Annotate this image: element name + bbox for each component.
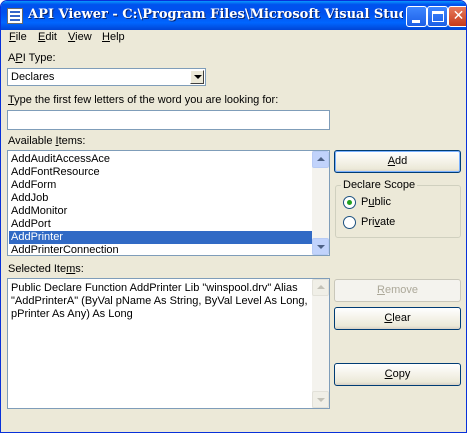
list-item[interactable]: AddPort xyxy=(9,218,314,231)
api-viewer-window: API Viewer - C:\Program Files\Microsoft … xyxy=(0,0,467,433)
declare-scope-group xyxy=(335,185,461,238)
maximize-icon xyxy=(432,11,444,22)
available-items-scrollbar[interactable] xyxy=(312,151,329,255)
list-item[interactable]: AddMonitor xyxy=(9,205,314,218)
available-items-label: Available Items: xyxy=(8,135,86,147)
private-radio-label[interactable]: Private xyxy=(361,216,395,228)
close-button[interactable]: ✕ xyxy=(448,6,466,27)
scroll-down-icon[interactable] xyxy=(312,391,329,408)
declare-scope-label: Declare Scope xyxy=(341,179,418,191)
api-type-select[interactable]: Declares xyxy=(7,68,206,86)
public-radio-label[interactable]: Public xyxy=(361,196,391,208)
selected-items-label: Selected Items: xyxy=(8,263,84,275)
minimize-button[interactable] xyxy=(406,6,427,27)
copy-button[interactable]: Copy xyxy=(334,363,461,386)
list-item[interactable]: AddAuditAccessAce xyxy=(9,153,314,166)
list-item-selected[interactable]: AddPrinter xyxy=(9,231,314,244)
menu-help[interactable]: Help xyxy=(102,31,125,43)
menu-edit[interactable]: Edit xyxy=(38,31,57,43)
selected-declaration-text[interactable]: Public Declare Function AddPrinter Lib "… xyxy=(11,282,309,321)
scroll-up-icon[interactable] xyxy=(312,279,329,296)
minimize-icon xyxy=(412,20,420,23)
add-button[interactable]: Add xyxy=(334,150,461,173)
search-input[interactable] xyxy=(7,110,330,130)
list-item[interactable]: AddJob xyxy=(9,192,314,205)
api-type-value: Declares xyxy=(11,71,55,83)
app-icon[interactable] xyxy=(7,8,23,24)
list-item[interactable]: AddFontResource xyxy=(9,166,314,179)
close-icon: ✕ xyxy=(452,8,465,24)
scroll-up-icon[interactable] xyxy=(312,151,329,168)
window-title: API Viewer - C:\Program Files\Microsoft … xyxy=(28,7,403,22)
menu-bar: File Edit View Help xyxy=(1,30,466,47)
search-label: Type the first few letters of the word y… xyxy=(8,94,279,106)
scroll-down-icon[interactable] xyxy=(312,238,329,255)
title-bar[interactable]: API Viewer - C:\Program Files\Microsoft … xyxy=(1,1,466,30)
list-item[interactable]: AddForm xyxy=(9,179,314,192)
available-items-list[interactable]: AddAuditAccessAce AddFontResource AddFor… xyxy=(7,150,330,256)
maximize-button[interactable] xyxy=(427,6,448,27)
selected-items-textarea[interactable]: Public Declare Function AddPrinter Lib "… xyxy=(7,278,330,409)
api-type-label: API Type: xyxy=(8,52,56,64)
private-radio[interactable] xyxy=(343,216,356,229)
list-item[interactable]: AddPrinterConnection xyxy=(9,244,314,255)
public-radio[interactable] xyxy=(343,196,356,209)
selected-items-scrollbar[interactable] xyxy=(312,279,329,408)
clear-button[interactable]: Clear xyxy=(334,307,461,330)
chevron-down-icon[interactable] xyxy=(190,70,204,84)
remove-button[interactable]: Remove xyxy=(334,279,461,302)
menu-view[interactable]: View xyxy=(68,31,92,43)
menu-file[interactable]: File xyxy=(9,31,27,43)
